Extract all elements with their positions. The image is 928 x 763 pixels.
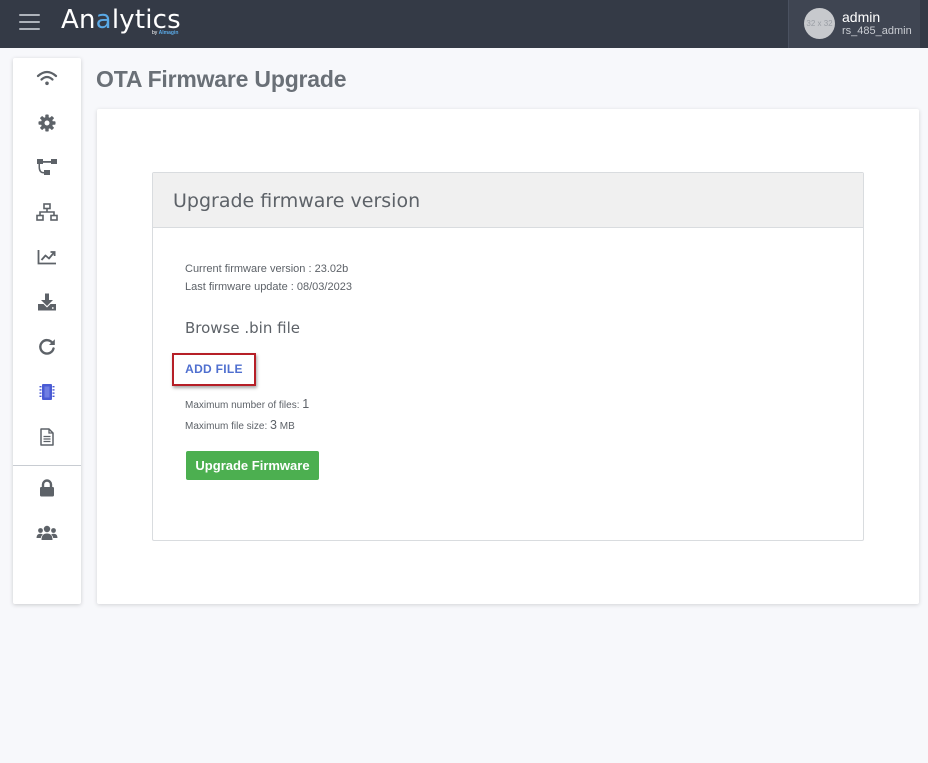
sidebar-item-settings[interactable] bbox=[13, 103, 81, 143]
max-size-label: Maximum file size: bbox=[185, 421, 268, 432]
logo-brand-text: Almagin bbox=[158, 30, 179, 36]
max-files-label: Maximum number of files: bbox=[185, 400, 300, 411]
main-card: Upgrade firmware version Current firmwar… bbox=[97, 109, 919, 604]
sidebar-item-wifi[interactable] bbox=[13, 58, 81, 98]
users-icon bbox=[36, 525, 58, 540]
chip-icon bbox=[39, 384, 55, 400]
logo-byline: by Almagin bbox=[152, 30, 178, 36]
logo-text-prefix: An bbox=[61, 5, 96, 35]
sidebar-item-download[interactable] bbox=[13, 282, 81, 322]
page-title: OTA Firmware Upgrade bbox=[96, 66, 347, 92]
panel-heading: Upgrade firmware version bbox=[153, 173, 863, 228]
logo-text-accent: a bbox=[95, 5, 112, 35]
hamburger-menu-icon[interactable] bbox=[19, 14, 40, 32]
network-icon bbox=[36, 203, 58, 221]
max-size-unit: MB bbox=[279, 421, 295, 432]
sidebar-divider bbox=[13, 465, 81, 466]
sidebar-item-documents[interactable] bbox=[13, 417, 81, 457]
user-role: rs_485_admin bbox=[842, 25, 912, 37]
sidebar-item-analytics[interactable] bbox=[13, 237, 81, 277]
sidebar-item-network[interactable] bbox=[13, 192, 81, 232]
browse-label: Browse .bin file bbox=[185, 319, 300, 337]
sidebar-item-users[interactable] bbox=[13, 513, 81, 553]
wifi-icon bbox=[36, 70, 58, 86]
refresh-icon bbox=[39, 338, 55, 355]
max-files-value: 1 bbox=[302, 397, 310, 411]
sidebar-item-refresh[interactable] bbox=[13, 327, 81, 367]
upgrade-firmware-button[interactable]: Upgrade Firmware bbox=[186, 451, 319, 480]
max-files-info: Maximum number of files: 1 bbox=[185, 397, 309, 411]
max-size-value: 3 bbox=[270, 418, 277, 432]
logo-by-text: by bbox=[152, 30, 158, 36]
workflow-icon bbox=[37, 159, 57, 175]
add-file-button[interactable]: ADD FILE bbox=[172, 353, 256, 386]
top-bar: Analytics by Almagin 32 x 32 admin rs_48… bbox=[0, 0, 928, 48]
lock-icon bbox=[40, 479, 54, 497]
avatar: 32 x 32 bbox=[804, 8, 835, 39]
gear-icon bbox=[38, 114, 56, 132]
last-firmware-update: Last firmware update : 08/03/2023 bbox=[185, 281, 352, 293]
user-menu[interactable]: 32 x 32 admin rs_485_admin bbox=[788, 0, 920, 48]
sidebar-item-security[interactable] bbox=[13, 468, 81, 508]
chart-line-icon bbox=[37, 250, 56, 265]
current-firmware-version: Current firmware version : 23.02b bbox=[185, 263, 349, 275]
sidebar-item-firmware[interactable] bbox=[13, 372, 81, 412]
upgrade-panel: Upgrade firmware version Current firmwar… bbox=[152, 172, 864, 541]
sidebar-item-workflow[interactable] bbox=[13, 147, 81, 187]
max-size-info: Maximum file size: 3 MB bbox=[185, 418, 295, 432]
user-name: admin bbox=[842, 9, 881, 25]
sidebar bbox=[13, 58, 81, 604]
document-icon bbox=[40, 428, 54, 446]
download-icon bbox=[38, 293, 56, 311]
